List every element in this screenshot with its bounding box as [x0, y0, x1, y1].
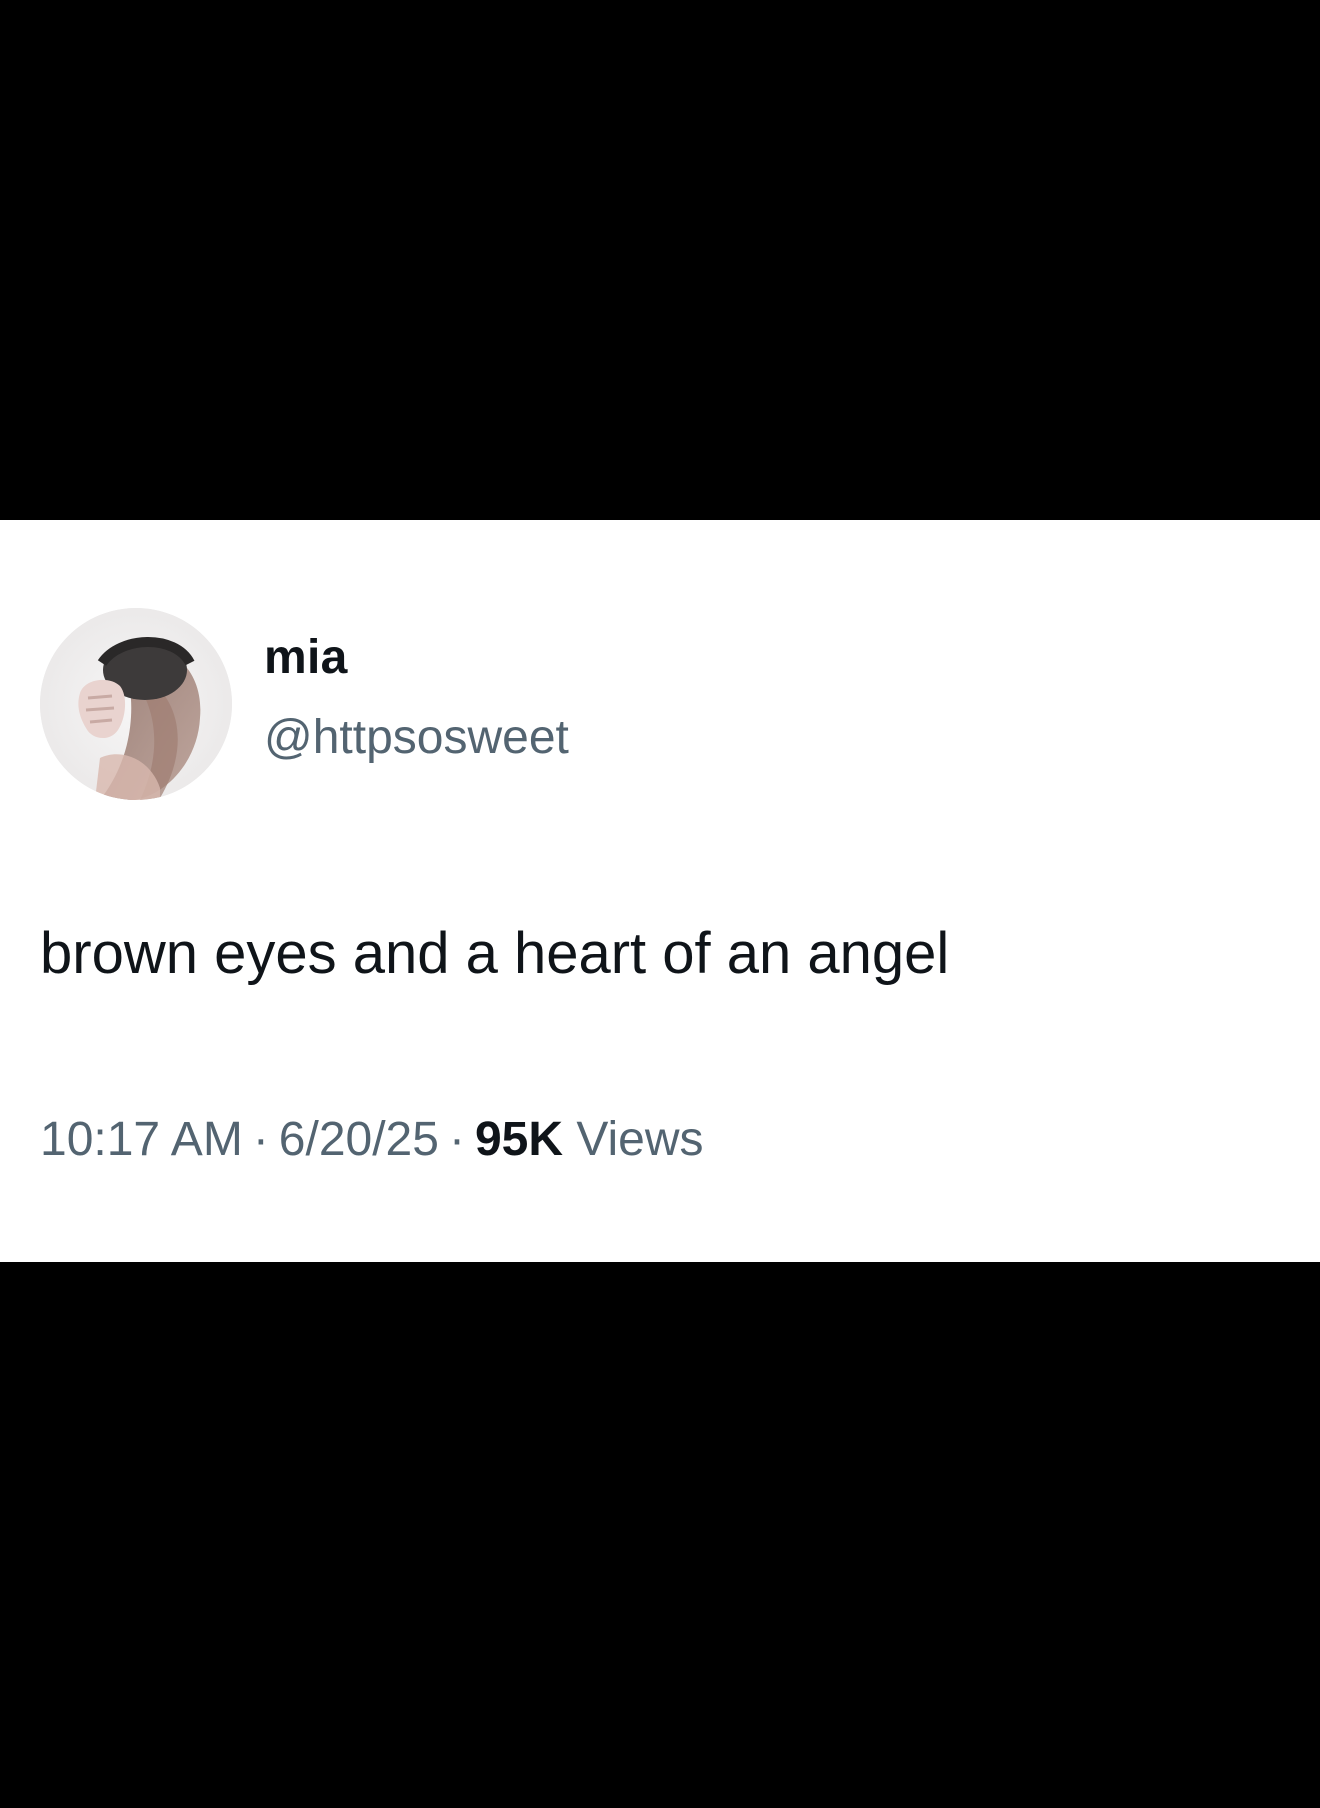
tweet-date[interactable]: 6/20/25 [279, 1113, 439, 1166]
views-label: Views [576, 1113, 704, 1166]
tweet-meta: 10:17 AM · 6/20/25 · 95K Views [40, 1112, 704, 1167]
profile-photo-icon [40, 608, 232, 800]
meta-separator: · [448, 1113, 465, 1166]
display-name[interactable]: mia [264, 630, 348, 685]
views-count[interactable]: 95K [475, 1113, 563, 1166]
tweet-time[interactable]: 10:17 AM [40, 1113, 243, 1166]
tweet-card: mia @httpsosweet brown eyes and a heart … [0, 520, 1320, 1262]
bottom-black-band [0, 1262, 1320, 1808]
top-black-band [0, 0, 1320, 520]
meta-separator: · [252, 1113, 269, 1166]
user-handle[interactable]: @httpsosweet [264, 710, 569, 765]
tweet-text: brown eyes and a heart of an angel [40, 921, 950, 986]
avatar[interactable] [40, 608, 232, 800]
